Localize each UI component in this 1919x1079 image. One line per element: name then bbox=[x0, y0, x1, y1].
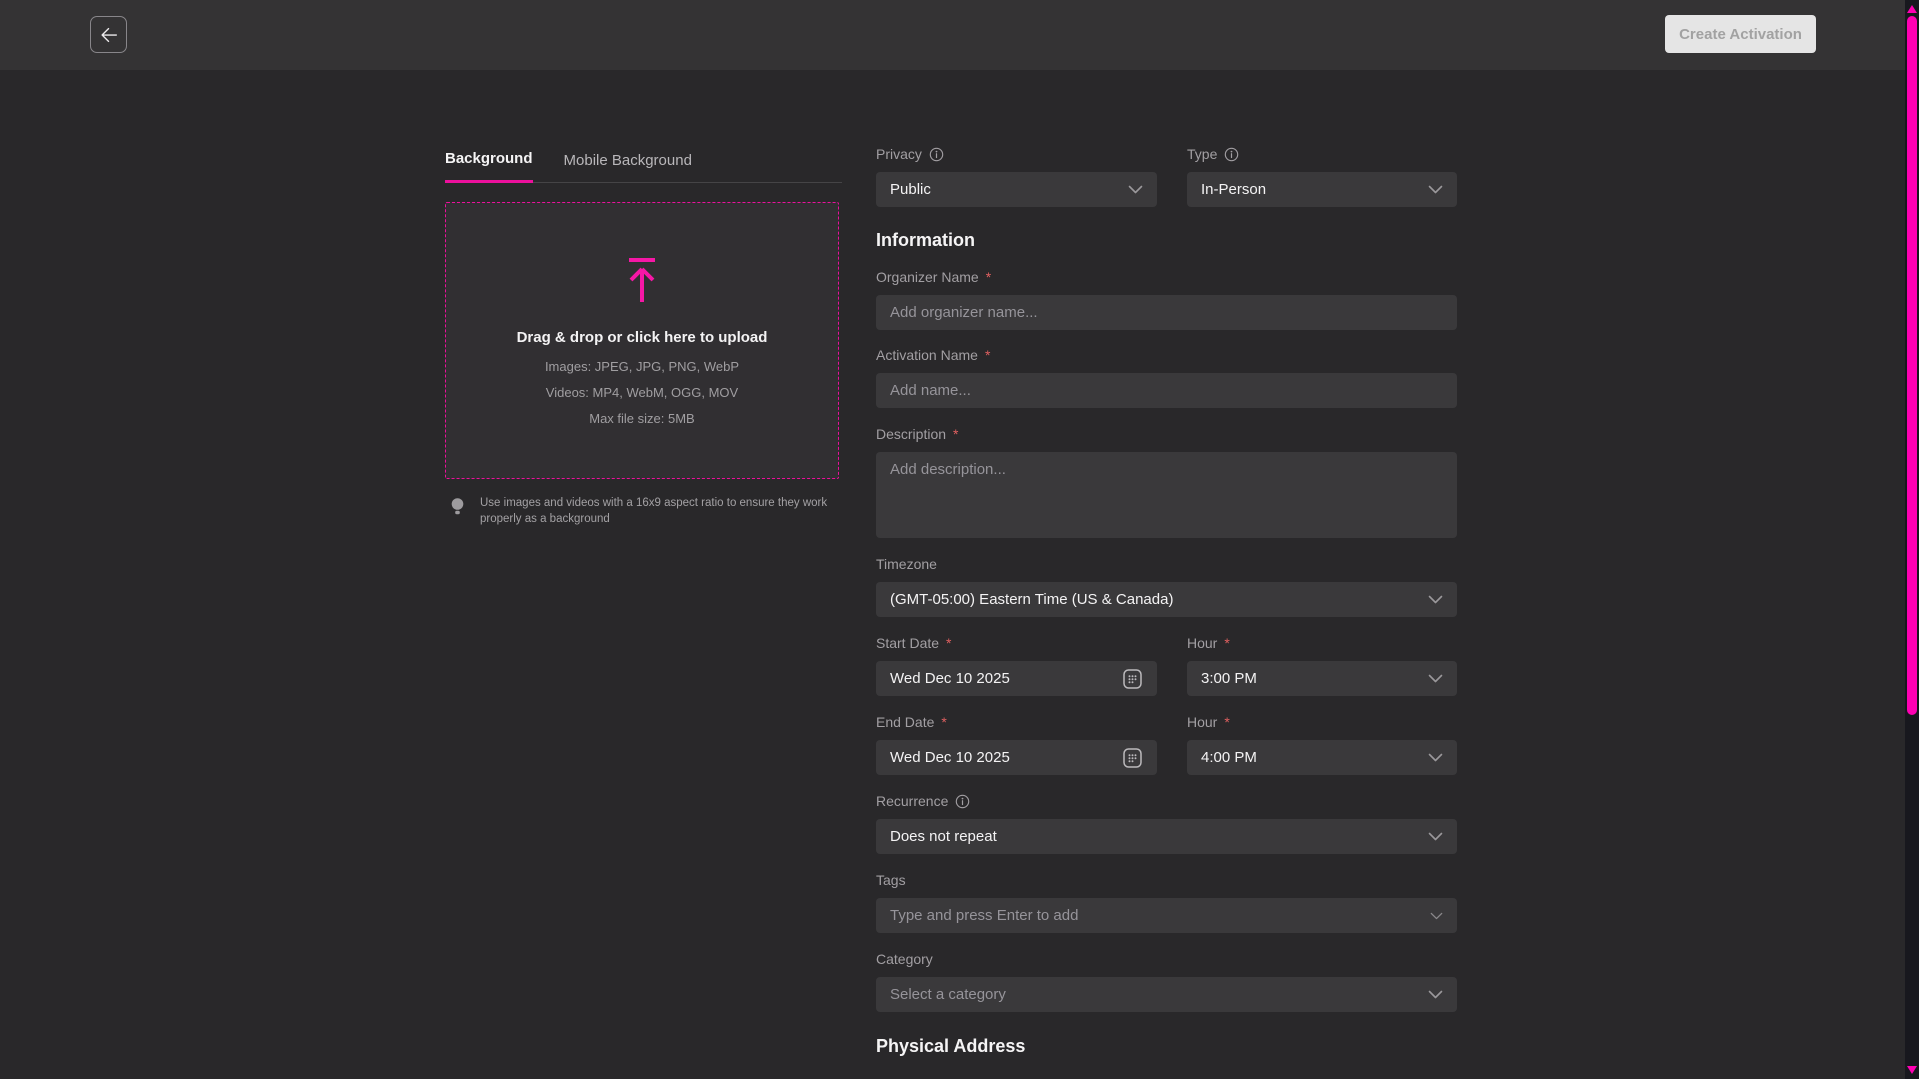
dropzone-videos-formats: Videos: MP4, WebM, OGG, MOV bbox=[546, 385, 738, 400]
privacy-group: Privacy Public bbox=[876, 145, 1157, 207]
start-hour-select[interactable]: 3:00 PM bbox=[1187, 661, 1457, 696]
organizer-name-input[interactable] bbox=[876, 295, 1457, 330]
organizer-name-group: Organizer Name * bbox=[876, 268, 1457, 330]
chevron-down-icon bbox=[1428, 832, 1443, 841]
end-row: End Date * Wed Dec 10 2025 bbox=[876, 713, 1457, 775]
create-activation-button[interactable]: Create Activation bbox=[1665, 15, 1816, 53]
privacy-type-row: Privacy Public bbox=[876, 145, 1457, 207]
start-date-field[interactable]: Wed Dec 10 2025 bbox=[876, 661, 1157, 696]
required-marker: * bbox=[986, 269, 991, 285]
chevron-down-icon bbox=[1428, 595, 1443, 604]
end-hour-label: Hour bbox=[1187, 714, 1217, 730]
privacy-select-value: Public bbox=[890, 181, 1120, 198]
dropzone-title: Drag & drop or click here to upload bbox=[517, 329, 768, 346]
tags-group: Tags Type and press Enter to add bbox=[876, 871, 1457, 933]
recurrence-group: Recurrence Does not repeat bbox=[876, 792, 1457, 854]
information-heading: Information bbox=[876, 230, 1457, 251]
media-column: Background Mobile Background Drag & drop… bbox=[445, 150, 842, 527]
organizer-name-label: Organizer Name bbox=[876, 269, 979, 285]
calendar-icon bbox=[1122, 747, 1143, 769]
activation-name-group: Activation Name * bbox=[876, 346, 1457, 408]
chevron-down-icon bbox=[1428, 185, 1443, 194]
required-marker: * bbox=[985, 347, 990, 363]
end-hour-value: 4:00 PM bbox=[1201, 749, 1420, 766]
tip-text: Use images and videos with a 16x9 aspect… bbox=[480, 495, 832, 527]
required-marker: * bbox=[941, 714, 946, 730]
calendar-icon bbox=[1122, 668, 1143, 690]
privacy-select[interactable]: Public bbox=[876, 172, 1157, 207]
form-column: Privacy Public bbox=[876, 145, 1457, 1079]
description-textarea[interactable] bbox=[876, 452, 1457, 538]
upload-arrow-icon bbox=[626, 257, 658, 310]
end-date-label: End Date bbox=[876, 714, 934, 730]
end-date-value: Wed Dec 10 2025 bbox=[890, 749, 1114, 766]
tags-placeholder: Type and press Enter to add bbox=[890, 907, 1422, 924]
recurrence-label: Recurrence bbox=[876, 793, 948, 809]
scrollbar-thumb[interactable] bbox=[1907, 16, 1917, 715]
info-icon[interactable] bbox=[929, 147, 944, 162]
dropzone-max-size: Max file size: 5MB bbox=[589, 411, 694, 426]
recurrence-select[interactable]: Does not repeat bbox=[876, 819, 1457, 854]
end-date-group: End Date * Wed Dec 10 2025 bbox=[876, 713, 1157, 775]
upload-dropzone[interactable]: Drag & drop or click here to upload Imag… bbox=[445, 202, 839, 479]
lightbulb-icon bbox=[450, 497, 465, 527]
recurrence-select-value: Does not repeat bbox=[890, 828, 1420, 845]
category-label: Category bbox=[876, 951, 933, 967]
start-hour-group: Hour * 3:00 PM bbox=[1187, 634, 1457, 696]
category-placeholder: Select a category bbox=[890, 986, 1420, 1003]
back-arrow-icon bbox=[98, 24, 120, 46]
start-hour-value: 3:00 PM bbox=[1201, 670, 1420, 687]
create-activation-page: Create Activation Background Mobile Back… bbox=[0, 0, 1919, 1079]
dropzone-images-formats: Images: JPEG, JPG, PNG, WebP bbox=[545, 359, 739, 374]
timezone-label: Timezone bbox=[876, 556, 937, 572]
end-hour-group: Hour * 4:00 PM bbox=[1187, 713, 1457, 775]
timezone-select-value: (GMT-05:00) Eastern Time (US & Canada) bbox=[890, 591, 1420, 608]
required-marker: * bbox=[953, 426, 958, 442]
end-date-field[interactable]: Wed Dec 10 2025 bbox=[876, 740, 1157, 775]
chevron-down-icon bbox=[1428, 753, 1443, 762]
info-icon[interactable] bbox=[1224, 147, 1239, 162]
activation-name-label: Activation Name bbox=[876, 347, 978, 363]
end-hour-select[interactable]: 4:00 PM bbox=[1187, 740, 1457, 775]
page-scrollbar[interactable] bbox=[1905, 0, 1919, 1079]
physical-address-heading: Physical Address bbox=[876, 1036, 1457, 1057]
scrollbar-down-arrow-icon[interactable] bbox=[1907, 1066, 1917, 1074]
required-marker: * bbox=[946, 635, 951, 651]
background-tabs: Background Mobile Background bbox=[445, 150, 842, 183]
tags-label: Tags bbox=[876, 872, 906, 888]
scrollbar-up-arrow-icon[interactable] bbox=[1907, 5, 1917, 13]
timezone-group: Timezone (GMT-05:00) Eastern Time (US & … bbox=[876, 555, 1457, 617]
start-hour-label: Hour bbox=[1187, 635, 1217, 651]
start-date-label: Start Date bbox=[876, 635, 939, 651]
chevron-down-icon bbox=[1428, 674, 1443, 683]
required-marker: * bbox=[1224, 714, 1229, 730]
start-row: Start Date * Wed Dec 10 2025 bbox=[876, 634, 1457, 696]
aspect-ratio-tip: Use images and videos with a 16x9 aspect… bbox=[445, 495, 842, 527]
description-group: Description * bbox=[876, 425, 1457, 538]
description-label: Description bbox=[876, 426, 946, 442]
back-button[interactable] bbox=[90, 16, 127, 53]
activation-name-input[interactable] bbox=[876, 373, 1457, 408]
start-date-group: Start Date * Wed Dec 10 2025 bbox=[876, 634, 1157, 696]
type-select-value: In-Person bbox=[1201, 181, 1420, 198]
start-date-value: Wed Dec 10 2025 bbox=[890, 670, 1114, 687]
tags-input[interactable]: Type and press Enter to add bbox=[876, 898, 1457, 933]
privacy-label: Privacy bbox=[876, 146, 922, 162]
required-marker: * bbox=[1224, 635, 1229, 651]
top-bar: Create Activation bbox=[0, 0, 1919, 70]
timezone-select[interactable]: (GMT-05:00) Eastern Time (US & Canada) bbox=[876, 582, 1457, 617]
type-label: Type bbox=[1187, 146, 1217, 162]
chevron-down-icon bbox=[1430, 912, 1443, 920]
chevron-down-icon bbox=[1128, 185, 1143, 194]
category-group: Category Select a category bbox=[876, 950, 1457, 1012]
tab-mobile-background[interactable]: Mobile Background bbox=[564, 152, 692, 182]
chevron-down-icon bbox=[1428, 990, 1443, 999]
category-select[interactable]: Select a category bbox=[876, 977, 1457, 1012]
info-icon[interactable] bbox=[955, 794, 970, 809]
type-group: Type In-Person bbox=[1187, 145, 1457, 207]
type-select[interactable]: In-Person bbox=[1187, 172, 1457, 207]
tab-background[interactable]: Background bbox=[445, 150, 533, 183]
